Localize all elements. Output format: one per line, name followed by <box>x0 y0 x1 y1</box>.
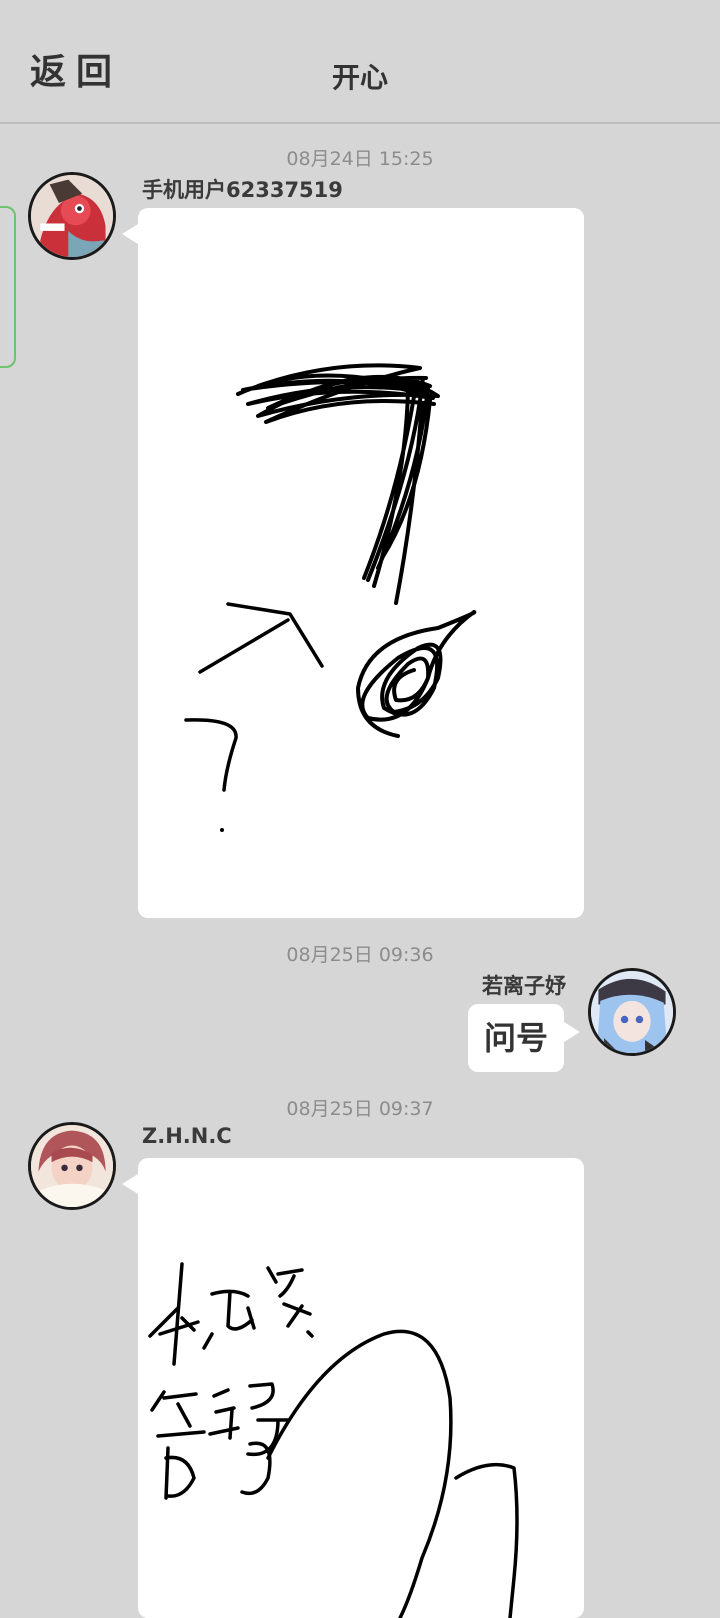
sender-name: Z.H.N.C <box>142 1124 232 1148</box>
sender-avatar[interactable] <box>28 172 116 260</box>
top-bar: 返回 开心 <box>0 0 720 124</box>
avatar-image <box>31 175 113 257</box>
sender-avatar[interactable] <box>28 1122 116 1210</box>
sender-avatar[interactable] <box>588 968 676 1056</box>
sender-name: 若离子妤 <box>482 974 566 998</box>
page-title: 开心 <box>331 61 388 94</box>
avatar-image <box>31 1125 113 1207</box>
side-drawer-tab[interactable] <box>0 206 16 368</box>
avatar-image <box>591 971 673 1053</box>
drawing-image <box>184 363 477 832</box>
drawing-message[interactable] <box>122 1158 584 1618</box>
message-timestamp: 08月24日 15:25 <box>286 148 434 170</box>
drawing-message[interactable] <box>122 208 584 918</box>
drawing-image <box>148 1262 519 1618</box>
text-message[interactable]: 问号 <box>468 1004 580 1072</box>
sender-name: 手机用户62337519 <box>142 178 343 202</box>
message-timestamp: 08月25日 09:36 <box>286 944 434 966</box>
message-timestamp: 08月25日 09:37 <box>286 1098 434 1120</box>
